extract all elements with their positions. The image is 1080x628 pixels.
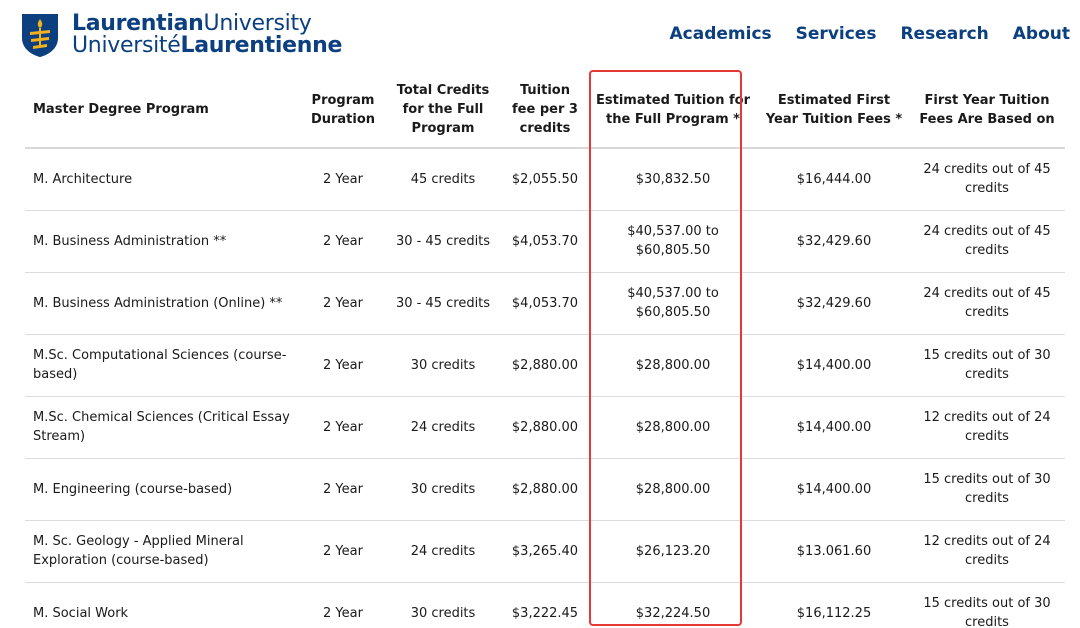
cell-first-year-fees: $16,112.25 — [796, 605, 872, 621]
cell-program-name: M. Engineering (course-based) — [25, 458, 303, 521]
nav-about[interactable]: About — [1013, 24, 1070, 44]
cell-total-credits: 24 credits — [383, 520, 503, 583]
cell-fees-basis: 24 credits out of 45 credits — [909, 210, 1065, 273]
cell-fees-basis: 24 credits out of 45 credits — [909, 148, 1065, 211]
table-body: M. Architecture 2 Year 45 credits $2,055.50… — [25, 148, 1065, 628]
cell-estimated-full-tuition: $28,800.00 — [587, 334, 759, 397]
cell-fee-per-3-credits: $2,880.00 — [503, 334, 587, 397]
cell-first-year-fees: $32,429.60 — [759, 272, 909, 335]
table-row: M. Engineering (course-based) 2 Year 30 cr… — [25, 458, 1065, 521]
cell-first-year-fees: $14,400.00 — [759, 396, 909, 459]
cell-program-name: M. Business Administration ** — [25, 210, 303, 273]
table-row: M.Sc. Chemical Sciences (Critical Essay … — [25, 396, 1065, 459]
column-header-estimated-full-tuition: Estimated Tuition for the Full Program * — [587, 72, 759, 149]
cell-estimated-full-tuition: $28,800.00 — [587, 396, 759, 459]
table-row: M. Social Work 2 Year 30 credits $3,222.45 $… — [25, 582, 1065, 628]
cell-fees-basis: 24 credits out of 45 credits — [909, 272, 1065, 335]
cell-fees-basis: 15 credits out of 30 credits — [909, 458, 1065, 521]
cell-total-credits: 30 - 45 credits — [383, 272, 503, 335]
column-header-first-year-fees: Estimated First Year Tuition Fees * — [759, 72, 909, 149]
cell-fees-basis: 12 credits out of 24 credits — [909, 396, 1065, 459]
logo-wordmark-french: UniversitéLaurentienne — [72, 33, 343, 58]
table-row: M. Sc. Geology - Applied Mineral Explora… — [25, 520, 1065, 583]
cell-estimated-full-tuition: $28,800.00 — [587, 458, 759, 521]
cell-fee-per-3-credits: $2,055.50 — [503, 148, 587, 211]
cell-estimated-full-tuition: $40,537.00 to $60,805.50 — [587, 210, 759, 273]
cell-total-credits: 24 credits — [383, 396, 503, 459]
table-row: M.Sc. Computational Sciences (course-bas… — [25, 334, 1065, 397]
cell-total-credits: 30 - 45 credits — [383, 210, 503, 273]
cell-fees-basis: 15 credits out of 30 credits — [909, 334, 1065, 397]
column-header-duration: Program Duration — [303, 72, 383, 149]
cell-duration: 2 Year — [303, 272, 383, 335]
table-row: M. Business Administration (Online) ** 2 … — [25, 272, 1065, 335]
cell-program-name: M. Architecture — [25, 148, 303, 211]
cell-first-year-fees: $14,400.00 — [759, 458, 909, 521]
cell-program-name: M. Social Work — [33, 605, 129, 621]
nav-research[interactable]: Research — [900, 24, 988, 44]
cell-duration: 2 Year — [303, 396, 383, 459]
cell-estimated-full-tuition: $26,123.20 — [587, 520, 759, 583]
main-nav: Academics Services Research About — [670, 24, 1071, 44]
cell-first-year-fees: $16,444.00 — [759, 148, 909, 211]
nav-academics[interactable]: Academics — [670, 24, 772, 44]
cell-fee-per-3-credits: $3,222.45 — [511, 605, 579, 621]
cell-fee-per-3-credits: $2,880.00 — [503, 458, 587, 521]
cell-duration: 2 Year — [303, 210, 383, 273]
cell-duration: 2 Year — [303, 334, 383, 397]
cell-estimated-full-tuition: $32,224.50 — [635, 605, 711, 621]
column-header-fee-per-3-credits: Tuition fee per 3 credits — [503, 72, 587, 149]
cell-first-year-fees: $32,429.60 — [759, 210, 909, 273]
cell-total-credits: 45 credits — [383, 148, 503, 211]
table-row: M. Business Administration ** 2 Year 30 - … — [25, 210, 1065, 273]
cell-program-name: M.Sc. Computational Sciences (course-bas… — [25, 334, 303, 397]
cell-fee-per-3-credits: $4,053.70 — [503, 210, 587, 273]
cell-fee-per-3-credits: $4,053.70 — [503, 272, 587, 335]
cell-estimated-full-tuition: $30,832.50 — [587, 148, 759, 211]
nav-services[interactable]: Services — [796, 24, 877, 44]
cell-program-name: M. Sc. Geology - Applied Mineral Explora… — [25, 520, 303, 583]
tuition-table-container: Master Degree Program Program Duration T… — [25, 72, 1065, 628]
column-header-program: Master Degree Program — [25, 72, 303, 149]
cell-fee-per-3-credits: $2,880.00 — [503, 396, 587, 459]
column-header-fees-basis: First Year Tuition Fees Are Based on — [909, 72, 1065, 149]
cell-program-name: M.Sc. Chemical Sciences (Critical Essay … — [25, 396, 303, 459]
table-row: M. Architecture 2 Year 45 credits $2,055.50… — [25, 148, 1065, 211]
cell-duration: 2 Year — [303, 520, 383, 583]
cell-first-year-fees: $14,400.00 — [759, 334, 909, 397]
cell-first-year-fees: $13.061.60 — [759, 520, 909, 583]
tuition-table: Master Degree Program Program Duration T… — [25, 72, 1065, 628]
cell-total-credits: 30 credits — [410, 605, 476, 621]
cell-duration: 2 Year — [323, 605, 363, 621]
cell-total-credits: 30 credits — [383, 334, 503, 397]
cell-estimated-full-tuition: $40,537.00 to $60,805.50 — [587, 272, 759, 335]
cell-fees-basis: 15 credits out of 30 credits — [923, 596, 1051, 628]
cell-total-credits: 30 credits — [383, 458, 503, 521]
cell-fee-per-3-credits: $3,265.40 — [503, 520, 587, 583]
logo-wordmark-english: LaurentianUniversity — [72, 11, 312, 36]
cell-program-name: M. Business Administration (Online) ** — [25, 272, 303, 335]
column-header-total-credits: Total Credits for the Full Program — [383, 72, 503, 149]
university-logo[interactable]: LaurentianUniversity UniversitéLaurentie… — [20, 12, 342, 58]
cell-fees-basis: 12 credits out of 24 credits — [909, 520, 1065, 583]
table-header-row: Master Degree Program Program Duration T… — [25, 72, 1065, 149]
cell-duration: 2 Year — [303, 458, 383, 521]
cell-duration: 2 Year — [303, 148, 383, 211]
laurentian-shield-icon — [22, 14, 58, 57]
site-header: LaurentianUniversity UniversitéLaurentie… — [0, 0, 1080, 72]
